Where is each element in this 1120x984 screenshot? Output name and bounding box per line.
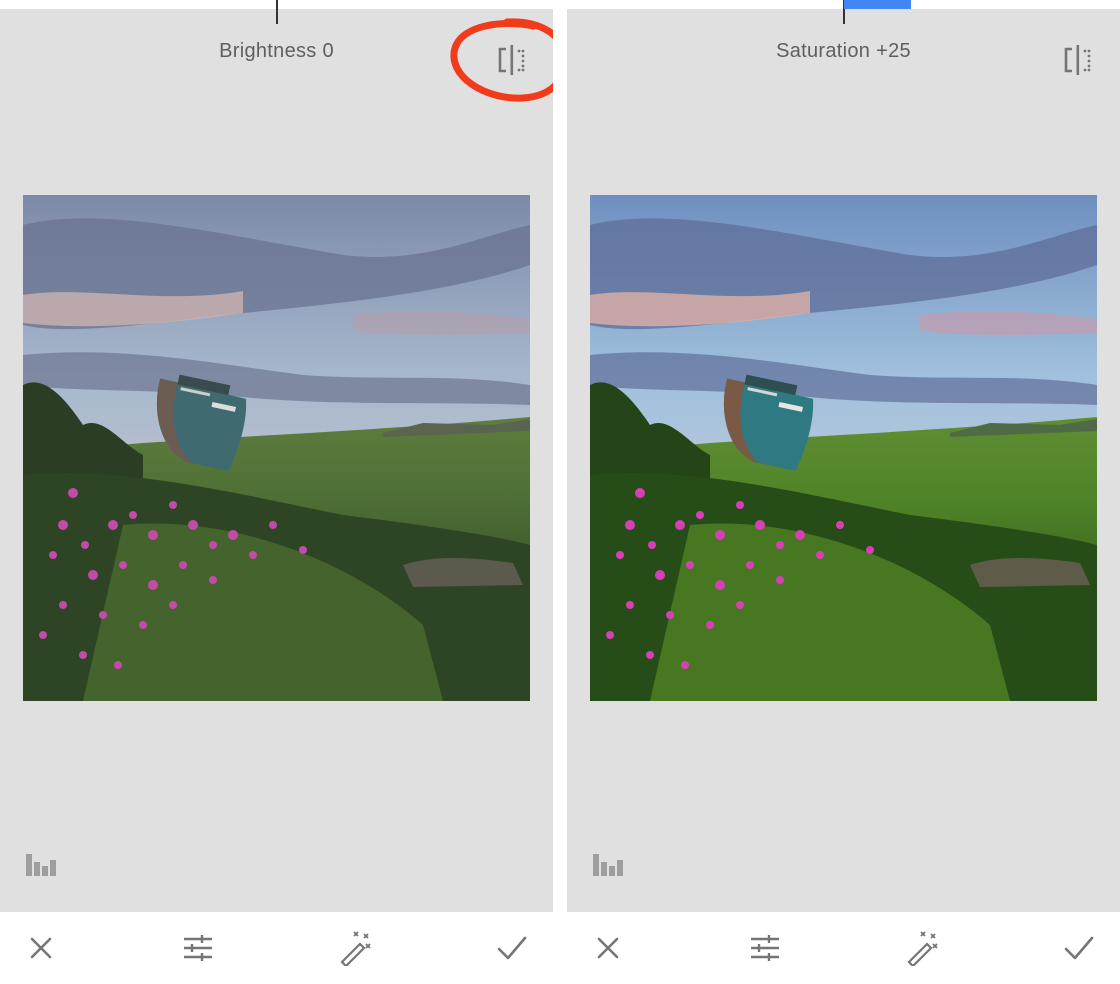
compare-split-icon[interactable] xyxy=(1063,43,1093,77)
photo-preview[interactable] xyxy=(23,195,530,701)
edit-toolbar xyxy=(0,912,553,984)
before-panel: Brightness 0 xyxy=(0,0,569,984)
slider-value-indicator xyxy=(844,0,911,9)
adjustment-title: Brightness 0 xyxy=(219,40,334,62)
check-icon[interactable] xyxy=(1061,930,1097,966)
adjustment-title: Saturation +25 xyxy=(776,40,911,62)
magic-wand-icon[interactable] xyxy=(336,930,372,966)
photo-preview[interactable] xyxy=(590,195,1097,701)
histogram-icon[interactable] xyxy=(592,850,624,878)
panel-divider xyxy=(553,0,567,984)
edit-toolbar xyxy=(567,912,1120,984)
after-panel: Saturation +25 xyxy=(567,0,1120,984)
compare-split-icon[interactable] xyxy=(497,43,527,77)
tune-sliders-icon[interactable] xyxy=(180,930,216,966)
tune-sliders-icon[interactable] xyxy=(747,930,783,966)
close-icon[interactable] xyxy=(23,930,59,966)
close-icon[interactable] xyxy=(590,930,626,966)
magic-wand-icon[interactable] xyxy=(903,930,939,966)
histogram-icon[interactable] xyxy=(25,850,57,878)
slider-marker xyxy=(276,0,278,24)
check-icon[interactable] xyxy=(494,930,530,966)
